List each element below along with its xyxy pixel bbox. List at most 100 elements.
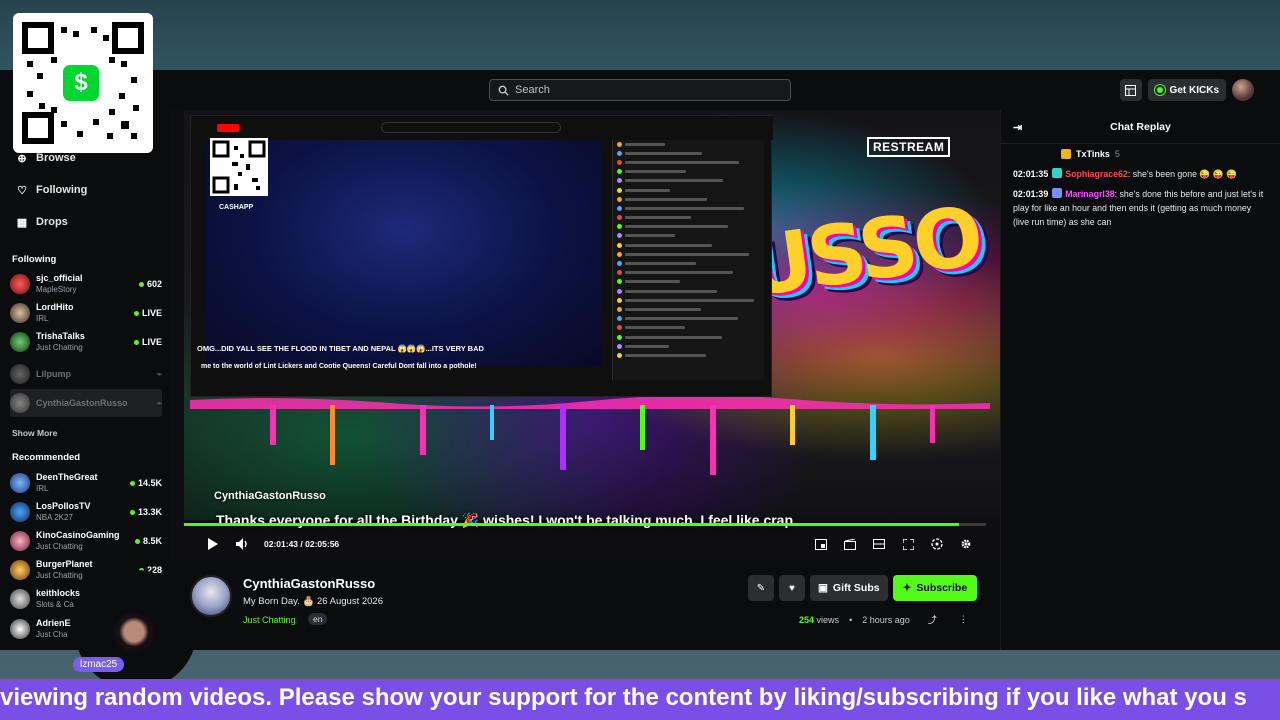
sidebar-channel-lilpump[interactable]: Lilpump ⌁ [10,360,162,388]
chat-line [625,142,665,146]
picture-in-picture-icon[interactable] [811,534,831,554]
follow-button[interactable]: ♥ [779,575,805,601]
subscribe-button[interactable]: ✦ Subscribe [892,575,978,601]
channel-name: KinoCasinoGaming [36,530,120,540]
inner-chat-row [617,149,760,158]
chat-panel: ⇥ Chat Replay TxTinks 5 02:01:35 Sophiagr… [1000,110,1280,650]
inner-banner-text: me to the world of Lint Lickers and Coot… [201,363,477,370]
avatar [10,303,30,323]
viewer-count: LIVE [133,337,162,347]
star-icon: ✦ [902,582,912,594]
channel-avatar[interactable] [190,575,232,617]
language-tag[interactable]: en [308,613,328,625]
inner-chat-row [617,168,760,177]
sidebar-channel-lordhito[interactable]: LordHito IRL LIVE [10,299,162,327]
channel-category: Just Chatting [36,542,83,551]
chat-line [625,225,728,229]
inner-chat-row [617,158,760,167]
avatar [10,364,30,384]
nav-drops[interactable]: ▦ Drops [16,216,68,229]
channel-name-title[interactable]: CynthiaGastonRusso [243,576,375,591]
chat-avatar-icon [617,325,622,331]
inner-chat-row [617,177,760,186]
nav-following[interactable]: ♡ Following [16,184,87,197]
viewer-count: 8.5K [134,536,162,546]
notification-off-button[interactable]: ✎ [748,575,774,601]
subscriber-badge-icon [1052,188,1063,198]
playback-speed-icon[interactable] [927,534,947,554]
chat-avatar-icon [617,352,622,358]
inner-headline: OMG...DID YALL SEE THE FLOOD IN TIBET AN… [197,344,484,353]
dot-separator-icon: • [849,614,853,625]
inner-chat-row [617,186,760,195]
chat-line [625,271,733,275]
top-right-actions: Get KICKs [1119,79,1254,101]
channel-name: DeenTheGreat [36,472,98,482]
show-more-link[interactable]: Show More [12,428,57,438]
sidebar: ⊕ Browse ♡ Following ▦ Drops Following s… [0,110,170,650]
channel-name: CynthiaGastonRusso [36,397,128,408]
top-gifter[interactable]: TxTinks 5 [1001,144,1280,164]
layout-icon[interactable] [1119,79,1142,101]
get-kicks-button[interactable]: Get KICKs [1147,79,1226,101]
chat-text: : she's done this before and just let's … [1013,189,1264,227]
chat-line [625,335,722,339]
player-right-controls [811,534,976,554]
category-link[interactable]: Just Chatting [243,615,296,625]
fullscreen-icon[interactable] [898,534,918,554]
collapse-chat-icon[interactable]: ⇥ [1013,121,1022,134]
video-player[interactable]: USSO CASHAPP OMG...DID YALL SEE THE FLOO… [170,110,1000,560]
seek-bar[interactable] [184,523,986,526]
inner-chat-row [617,223,760,232]
avatar [10,332,30,352]
chat-avatar-icon [617,251,622,257]
gift-subs-button[interactable]: ▣ Gift Subs [810,575,888,601]
sidebar-channel-sjc-official[interactable]: sjc_official MapleStory 602 [10,270,162,298]
viewer-count: LIVE [133,308,162,318]
play-icon[interactable] [202,534,222,554]
playback-time: 02:01:43 / 02:05:56 [264,539,340,549]
chat-line [625,188,670,192]
search-input[interactable]: Search [489,79,791,101]
more-options-icon[interactable]: ⋮ [959,614,968,625]
chat-username[interactable]: Sophiagrace62 [1065,169,1128,179]
views-suffix: views [816,614,840,625]
top-bar: Search Get KICKs [0,70,1280,110]
theater-mode-icon[interactable] [869,534,889,554]
inner-chat-row [617,324,760,333]
sidebar-channel-kinocasinogaming[interactable]: KinoCasinoGaming Just Chatting 8.5K [10,527,162,555]
chat-avatar-icon [617,279,622,285]
viewer-count-value: LIVE [141,308,162,318]
sidebar-channel-trishatalks[interactable]: TrishaTalks Just Chatting LIVE [10,328,162,356]
chat-line [625,160,739,164]
user-avatar[interactable] [1232,79,1254,101]
chat-avatar-icon [617,150,622,156]
chat-line [625,298,754,302]
subscribe-label: Subscribe [916,582,968,594]
inner-chat-row [617,296,760,305]
heart-icon: ♥ [789,582,795,594]
inner-chat-row [617,232,760,241]
settings-gear-icon[interactable] [956,534,976,554]
volume-icon[interactable] [232,534,252,554]
youtube-header [191,116,773,140]
chat-avatar-icon [617,288,622,294]
nav-browse[interactable]: ⊕ Browse [16,152,75,165]
share-icon[interactable]: ⤴ [928,613,937,626]
viewer-count-value: 14.5K [137,478,162,488]
chat-username[interactable]: Marinagrl38 [1065,189,1114,199]
chat-avatar-icon [617,242,622,248]
inner-chat-row [617,315,760,324]
channel-name: LosPollosTV [36,501,91,511]
clip-icon[interactable] [840,534,860,554]
chat-line [625,280,680,284]
recommended-section-title: Recommended [12,452,81,463]
inner-chat-row [617,342,760,351]
sidebar-channel-cynthiagastonrusso[interactable]: CynthiaGastonRusso ⌁ [10,389,162,417]
sidebar-channel-lospollostv[interactable]: LosPollosTV NBA 2K27 13.3K [10,498,162,526]
sidebar-channel-deenthegreat[interactable]: DeenTheGreat IRL 14.5K [10,469,162,497]
top-gifter-count: 5 [1114,149,1120,159]
chat-line [625,216,691,220]
inner-chat-row [617,195,760,204]
channel-name: BurgerPlanet [36,559,93,569]
